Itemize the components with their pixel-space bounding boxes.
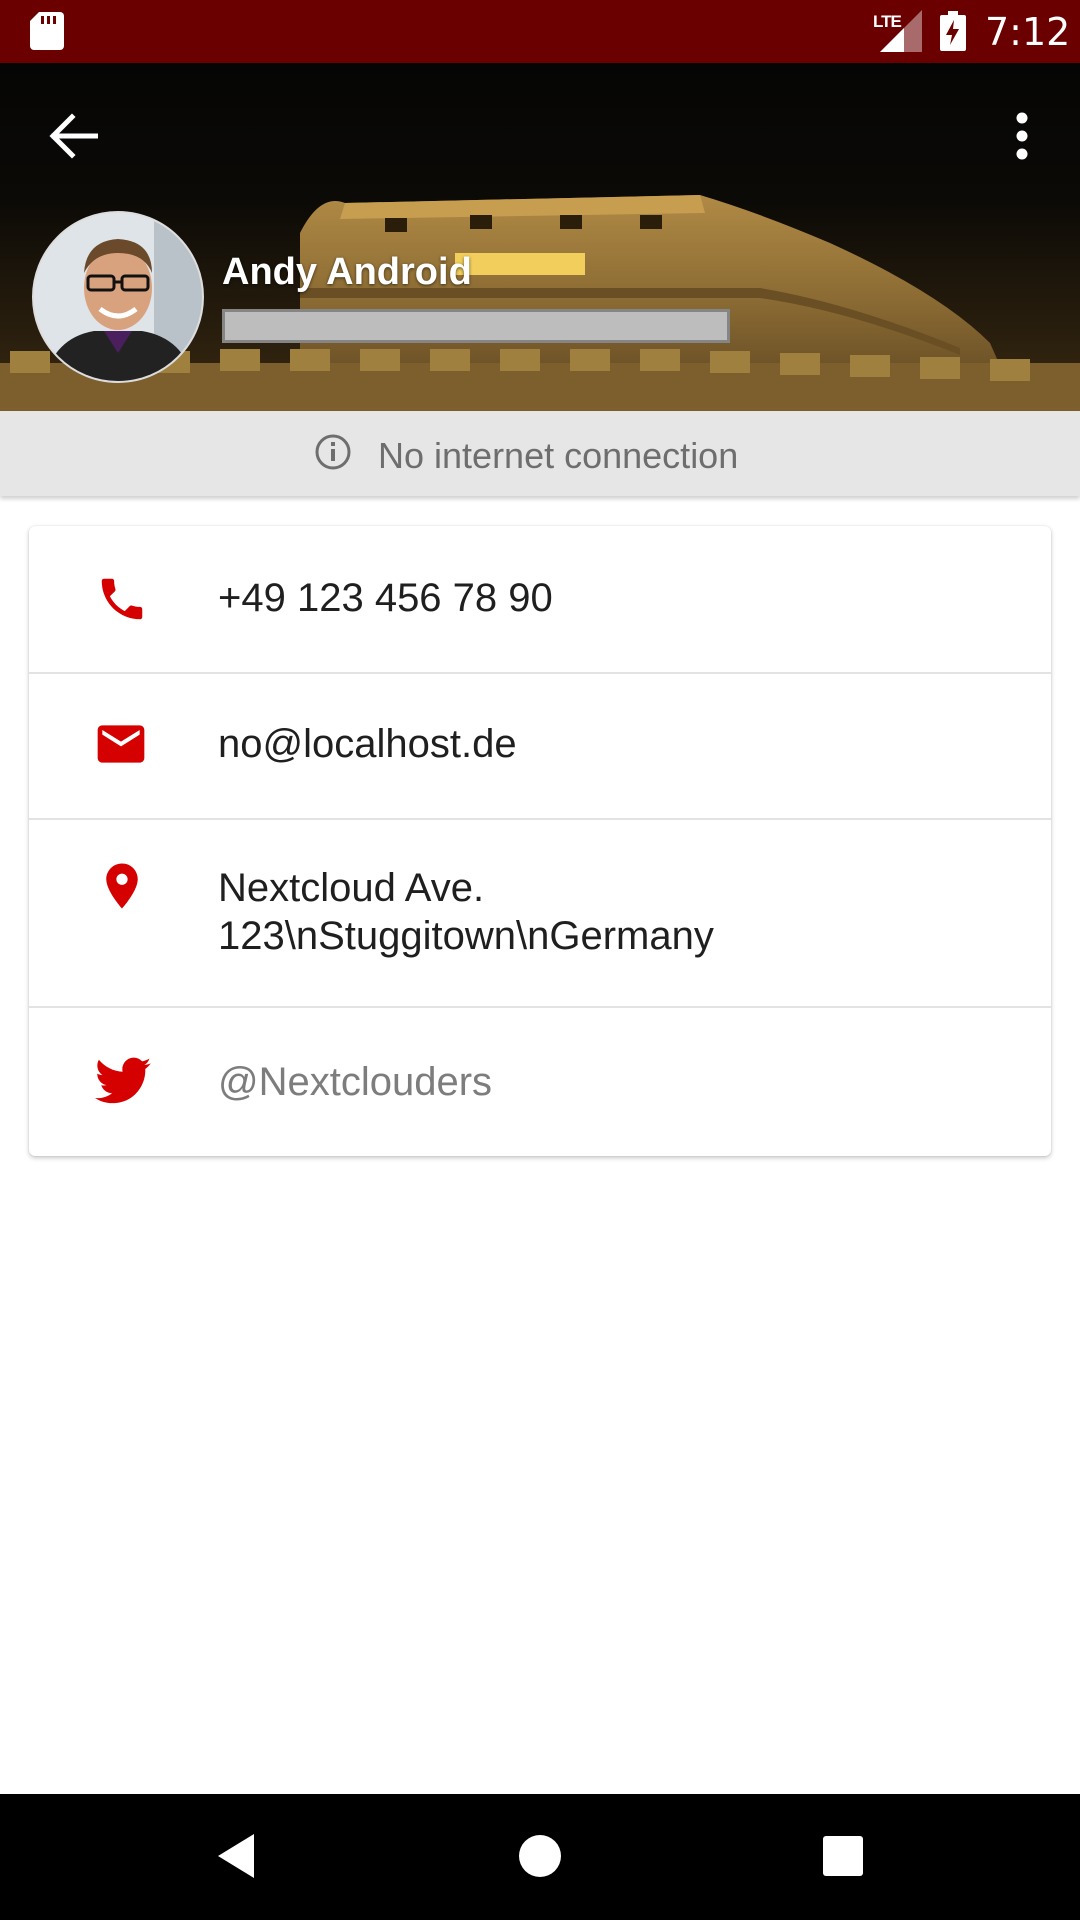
sd-card-icon	[30, 12, 64, 50]
phone-icon	[101, 578, 143, 620]
more-vert-icon[interactable]	[1008, 111, 1036, 161]
signal-icon	[880, 10, 922, 52]
clock: 7:12	[985, 10, 1071, 54]
status-bar: LTE 7:12	[0, 0, 1080, 63]
avatar	[32, 211, 204, 383]
email-address: no@localhost.de	[218, 722, 517, 766]
battery-charging-icon	[940, 11, 966, 51]
nav-home-icon[interactable]	[518, 1834, 562, 1878]
phone-row[interactable]: +49 123 456 78 90	[29, 526, 1051, 674]
nav-back-icon[interactable]	[214, 1832, 258, 1880]
name-field[interactable]	[222, 309, 730, 343]
contact-details-card: +49 123 456 78 90 no@localhost.de Nextcl…	[29, 526, 1051, 1156]
address-line-1: Nextcloud Ave.	[218, 866, 485, 910]
offline-banner-text: No internet connection	[378, 435, 739, 476]
offline-banner: No internet connection	[0, 411, 1080, 496]
twitter-handle: @Nextclouders	[218, 1060, 493, 1104]
contact-name: Andy Android	[222, 251, 472, 293]
phone-number: +49 123 456 78 90	[218, 576, 553, 620]
navigation-bar	[0, 1794, 1080, 1920]
email-row[interactable]: no@localhost.de	[29, 674, 1051, 820]
info-icon	[315, 434, 351, 470]
twitter-icon	[95, 1057, 151, 1104]
back-arrow-icon[interactable]	[48, 113, 98, 159]
contact-header: Andy Android	[0, 63, 1080, 411]
nav-recents-icon[interactable]	[823, 1836, 863, 1876]
address-line-2: 123\nStuggitown\nGermany	[218, 914, 714, 958]
address-row[interactable]: Nextcloud Ave. 123\nStuggitown\nGermany	[29, 820, 1051, 1008]
email-icon	[97, 725, 145, 763]
twitter-row[interactable]: @Nextclouders	[29, 1008, 1051, 1154]
location-icon	[106, 863, 138, 909]
